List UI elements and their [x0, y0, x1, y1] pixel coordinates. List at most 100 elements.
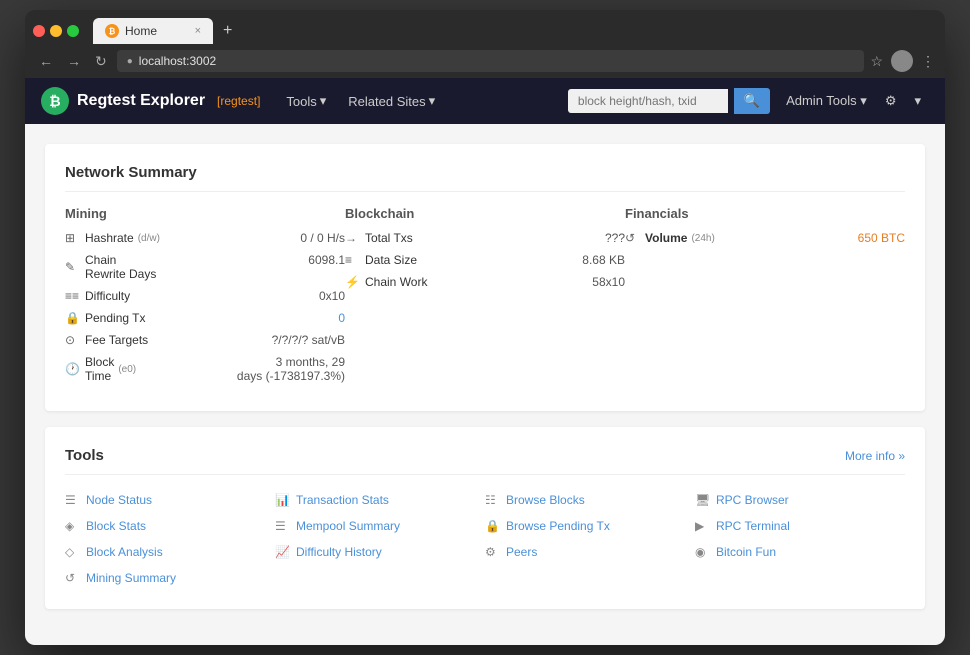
block-time-value: 3 months, 29days (-1738197.3%)	[237, 355, 345, 383]
total-txs-value: ???	[605, 231, 625, 245]
total-txs-row: → Total Txs ???	[345, 231, 625, 245]
mining-summary-label[interactable]: Mining Summary	[86, 571, 176, 585]
txs-icon: →	[345, 231, 361, 245]
block-time-sublabel: (e0)	[118, 364, 136, 375]
hashrate-value: 0 / 0 H/s	[300, 231, 345, 245]
transaction-stats-link[interactable]: 📊 Transaction Stats	[275, 489, 485, 511]
secure-icon: ●	[127, 56, 133, 67]
difficulty-label: Difficulty	[85, 289, 130, 303]
block-stats-link[interactable]: ◈ Block Stats	[65, 515, 275, 537]
main-body: Network Summary Mining ⊞ Hashrate (d/w) …	[25, 124, 945, 645]
rpc-browser-link[interactable]: 🖥 RPC Browser	[695, 489, 905, 511]
browse-blocks-link[interactable]: ☷ Browse Blocks	[485, 489, 695, 511]
tools-dropdown-icon: ▾	[320, 93, 327, 109]
related-sites-menu[interactable]: Related Sites ▾	[338, 87, 445, 115]
chain-icon: ✎	[65, 260, 81, 274]
mining-summary-icon: ↺	[65, 571, 81, 585]
logo-icon: ₿	[41, 87, 69, 115]
chain-work-row: ⚡ Chain Work 58x10	[345, 275, 625, 289]
page-content: ₿ Regtest Explorer [regtest] Tools ▾ Rel…	[25, 78, 945, 645]
mempool-summary-label[interactable]: Mempool Summary	[296, 519, 400, 533]
difficulty-history-label[interactable]: Difficulty History	[296, 545, 382, 559]
volume-sublabel: (24h)	[691, 233, 714, 244]
browser-window: ₿ Home × + ← → ↻ ● localhost:3002 ☆ ⋮	[25, 10, 945, 645]
mempool-summary-link[interactable]: ☰ Mempool Summary	[275, 515, 485, 537]
rpc-browser-label[interactable]: RPC Browser	[716, 493, 789, 507]
chain-work-label: Chain Work	[365, 275, 427, 289]
block-analysis-link[interactable]: ◇ Block Analysis	[65, 541, 275, 563]
rpc-terminal-link[interactable]: ▶ RPC Terminal	[695, 515, 905, 537]
new-tab-button[interactable]: +	[219, 22, 236, 40]
maximize-window-button[interactable]	[67, 25, 79, 37]
node-status-label[interactable]: Node Status	[86, 493, 152, 507]
fee-targets-label: Fee Targets	[85, 333, 148, 347]
mining-section: Mining ⊞ Hashrate (d/w) 0 / 0 H/s ✎	[65, 206, 345, 391]
network-grid: Mining ⊞ Hashrate (d/w) 0 / 0 H/s ✎	[65, 206, 905, 391]
data-size-row: ≡ Data Size 8.68 KB	[345, 253, 625, 267]
browse-blocks-icon: ☷	[485, 493, 501, 507]
network-summary-card: Network Summary Mining ⊞ Hashrate (d/w) …	[45, 144, 925, 411]
bitcoin-fun-label[interactable]: Bitcoin Fun	[716, 545, 776, 559]
settings-icon[interactable]: ⚙	[877, 87, 905, 115]
forward-button[interactable]: →	[63, 51, 85, 71]
data-size-value: 8.68 KB	[582, 253, 625, 267]
mining-summary-link[interactable]: ↺ Mining Summary	[65, 567, 275, 589]
admin-links: Admin Tools ▾ ⚙ ▾	[778, 87, 929, 115]
browse-pending-tx-link[interactable]: 🔒 Browse Pending Tx	[485, 515, 695, 537]
fee-targets-row: ⊙ Fee Targets ?/?/?/? sat/vB	[65, 333, 345, 347]
difficulty-value: 0x10	[319, 289, 345, 303]
chain-label: ChainRewrite Days	[85, 253, 156, 281]
address-bar[interactable]: ● localhost:3002	[117, 50, 865, 72]
hashrate-sublabel: (d/w)	[138, 233, 160, 244]
tab-close-icon[interactable]: ×	[195, 25, 201, 37]
block-time-label: BlockTime	[85, 355, 114, 383]
admin-tools-menu[interactable]: Admin Tools ▾	[778, 87, 875, 115]
minimize-window-button[interactable]	[50, 25, 62, 37]
tab-label: Home	[125, 24, 157, 38]
admin-tools-dropdown-icon: ▾	[860, 93, 867, 108]
menu-icon[interactable]: ⋮	[921, 53, 935, 70]
peers-link[interactable]: ⚙ Peers	[485, 541, 695, 563]
browse-blocks-label[interactable]: Browse Blocks	[506, 493, 585, 507]
volume-label: Volume	[645, 231, 687, 245]
search-button[interactable]: 🔍	[734, 88, 770, 114]
mining-section-title: Mining	[65, 206, 345, 221]
search-input[interactable]	[568, 89, 728, 113]
rpc-terminal-icon: ▶	[695, 519, 711, 533]
bookmark-icon[interactable]: ☆	[870, 53, 883, 70]
more-info-link[interactable]: More info »	[845, 449, 905, 463]
block-stats-label[interactable]: Block Stats	[86, 519, 146, 533]
chain-work-icon: ⚡	[345, 275, 361, 289]
block-analysis-label[interactable]: Block Analysis	[86, 545, 163, 559]
user-dropdown-icon[interactable]: ▾	[906, 87, 929, 115]
rpc-terminal-label[interactable]: RPC Terminal	[716, 519, 790, 533]
traffic-lights	[33, 25, 79, 37]
browse-pending-icon: 🔒	[485, 519, 501, 533]
difficulty-row: ≡≡ Difficulty 0x10	[65, 289, 345, 303]
lock-icon: 🔒	[65, 311, 81, 325]
tools-title: Tools	[65, 447, 104, 464]
reload-button[interactable]: ↻	[91, 51, 111, 72]
rpc-browser-icon: 🖥	[695, 493, 711, 507]
financials-section: Financials ↺ Volume (24h) 650 BTC	[625, 206, 905, 391]
node-status-link[interactable]: ☰ Node Status	[65, 489, 275, 511]
tools-menu[interactable]: Tools ▾	[276, 87, 336, 115]
block-analysis-icon: ◇	[65, 545, 81, 559]
bitcoin-fun-link[interactable]: ◉ Bitcoin Fun	[695, 541, 905, 563]
financials-section-title: Financials	[625, 206, 905, 221]
profile-button[interactable]	[891, 50, 913, 72]
transaction-stats-label[interactable]: Transaction Stats	[296, 493, 389, 507]
tab-favicon: ₿	[105, 24, 119, 38]
back-button[interactable]: ←	[35, 51, 57, 71]
pending-tx-label: Pending Tx	[85, 311, 146, 325]
peers-label[interactable]: Peers	[506, 545, 537, 559]
network-summary-title: Network Summary	[65, 164, 905, 192]
browse-pending-tx-label[interactable]: Browse Pending Tx	[506, 519, 610, 533]
blockchain-section-title: Blockchain	[345, 206, 625, 221]
close-window-button[interactable]	[33, 25, 45, 37]
active-tab[interactable]: ₿ Home ×	[93, 18, 213, 44]
chain-rewrite-row: ✎ ChainRewrite Days 6098.1	[65, 253, 345, 281]
transaction-stats-icon: 📊	[275, 493, 291, 507]
block-stats-icon: ◈	[65, 519, 81, 533]
difficulty-history-link[interactable]: 📈 Difficulty History	[275, 541, 485, 563]
